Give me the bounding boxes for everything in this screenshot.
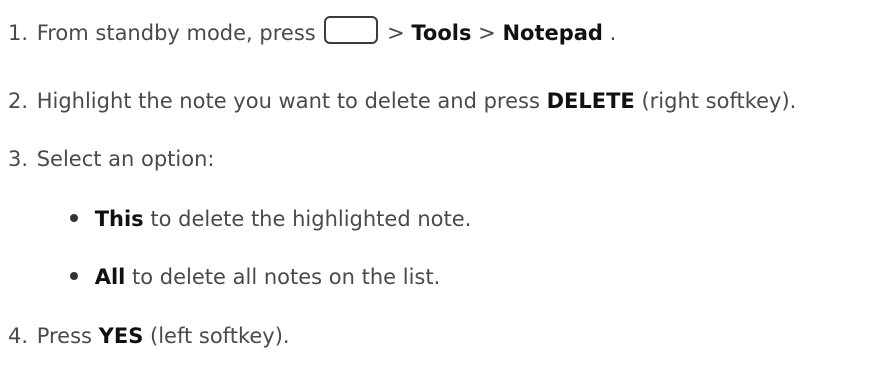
menu-path-tools: Tools bbox=[411, 21, 472, 45]
softkey-label: YES bbox=[98, 324, 144, 348]
step-number: 3. bbox=[8, 147, 29, 171]
option-label: This bbox=[94, 207, 144, 231]
step-text: Press bbox=[36, 324, 99, 348]
step-3: 3. Select an option: bbox=[8, 145, 214, 173]
step-2: 2. Highlight the note you want to delete… bbox=[8, 87, 796, 115]
step-text: From standby mode, press bbox=[36, 21, 316, 45]
step-number: 2. bbox=[8, 89, 29, 113]
step-number: 4. bbox=[8, 324, 29, 348]
step-text-after: (right softkey). bbox=[641, 89, 797, 113]
menu-key-icon bbox=[324, 16, 379, 44]
step-text-after: (left softkey). bbox=[150, 324, 290, 348]
step-end: . bbox=[609, 21, 617, 45]
step-4: 4. Press YES (left softkey). bbox=[8, 322, 290, 350]
option-text: to delete the highlighted note. bbox=[150, 207, 472, 231]
option-text: to delete all notes on the list. bbox=[132, 265, 441, 289]
step-1: 1. From standby mode, press > Tools > No… bbox=[8, 16, 616, 47]
separator: > bbox=[478, 21, 503, 45]
option-label: All bbox=[94, 265, 126, 289]
separator: > bbox=[387, 21, 412, 45]
menu-path-notepad: Notepad bbox=[502, 21, 603, 45]
step-text: Highlight the note you want to delete an… bbox=[36, 89, 547, 113]
option-item: All to delete all notes on the list. bbox=[70, 263, 440, 291]
bullet-icon bbox=[70, 214, 78, 222]
softkey-label: DELETE bbox=[546, 89, 635, 113]
bullet-icon bbox=[70, 272, 78, 280]
step-text: Select an option: bbox=[36, 147, 215, 171]
option-item: This to delete the highlighted note. bbox=[70, 205, 471, 233]
step-number: 1. bbox=[8, 21, 29, 45]
